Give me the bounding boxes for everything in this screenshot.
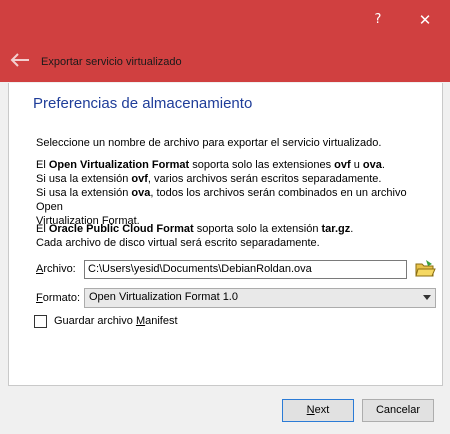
folder-open-icon[interactable]: [414, 258, 436, 280]
manifest-label[interactable]: Guardar archivo Manifest: [54, 315, 178, 327]
page-heading: Preferencias de almacenamiento: [33, 95, 253, 112]
opc-info: El Oracle Public Cloud Format soporta so…: [36, 222, 436, 250]
opc-line-1: El Oracle Public Cloud Format soporta so…: [36, 223, 354, 235]
ovf-line-1: El Open Virtualization Format soporta so…: [36, 159, 385, 171]
ovf-line-3: Si usa la extensión ova, todos los archi…: [36, 187, 407, 213]
manifest-checkbox[interactable]: [34, 315, 47, 328]
opc-line-2: Cada archivo de disco virtual será escri…: [36, 237, 320, 249]
cancel-button[interactable]: Cancelar: [362, 399, 434, 422]
wizard-page: Preferencias de almacenamiento Seleccion…: [8, 83, 443, 386]
intro-text: Seleccione un nombre de archivo para exp…: [36, 137, 382, 149]
format-select[interactable]: Open Virtualization Format 1.0: [84, 288, 436, 308]
help-button[interactable]: ?: [358, 0, 398, 40]
next-button[interactable]: Next: [282, 399, 354, 422]
file-label: Archivo:: [36, 263, 76, 275]
title-bar: ? ✕ Exportar servicio virtualizado: [0, 0, 450, 82]
chevron-down-icon: [423, 295, 431, 300]
ovf-info: El Open Virtualization Format soporta so…: [36, 158, 436, 228]
format-label: Formato:: [36, 292, 81, 304]
wizard-title: Exportar servicio virtualizado: [41, 56, 182, 68]
back-arrow-icon[interactable]: [10, 53, 30, 67]
file-path-input[interactable]: C:\Users\yesid\Documents\DebianRoldan.ov…: [84, 260, 407, 279]
close-button[interactable]: ✕: [405, 0, 445, 40]
format-selected-value: Open Virtualization Format 1.0: [89, 291, 238, 303]
ovf-line-2: Si usa la extensión ovf, varios archivos…: [36, 173, 382, 185]
